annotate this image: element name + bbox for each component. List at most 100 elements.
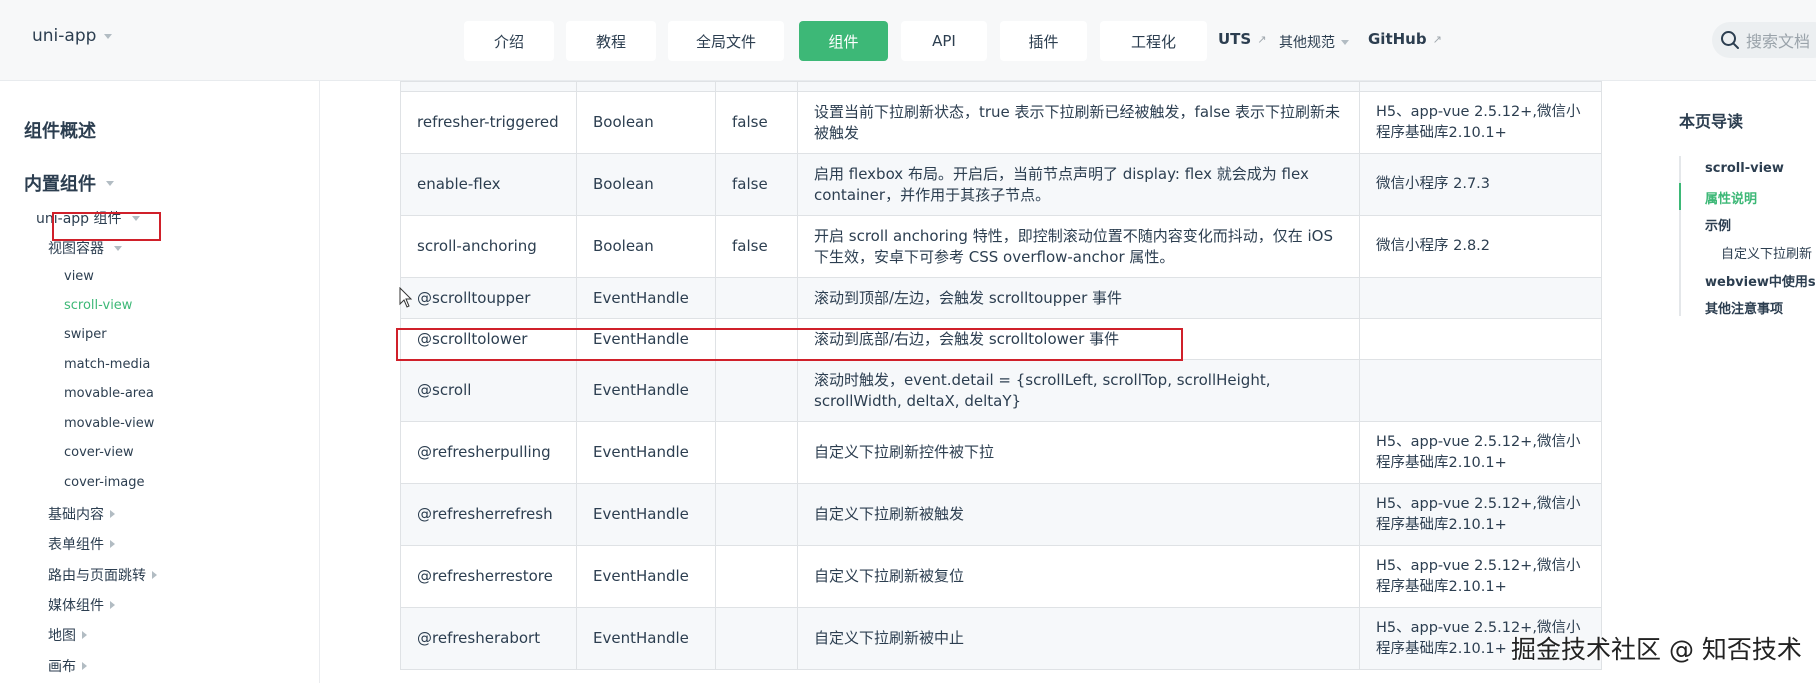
nav-components-button[interactable]: 组件 [799, 21, 888, 61]
toc-item-custom-refresh[interactable]: 自定义下拉刷新 [1721, 243, 1812, 262]
cell-default: false [715, 153, 798, 216]
toc-track [1679, 156, 1681, 316]
cell-name: @refresherrefresh [400, 483, 577, 546]
cell-default [715, 545, 798, 608]
toc-item-properties[interactable]: 属性说明 [1705, 188, 1757, 207]
chevron-down-icon [104, 33, 113, 39]
cell-platform: H5、app-vue 2.5.12+,微信小程序基础库2.10.1+ [1359, 545, 1602, 608]
cell-type: EventHandle [576, 545, 716, 608]
search-icon [1721, 31, 1739, 49]
sidebar-item-movable-view[interactable]: movable-view [64, 416, 154, 431]
cell-platform [1359, 318, 1602, 360]
sidebar-item-basic-content[interactable]: 基础内容 [48, 504, 115, 524]
sidebar-item-swiper[interactable]: swiper [64, 327, 107, 342]
chevron-down-icon [1341, 39, 1349, 45]
nav-other-specs-dropdown[interactable]: 其他规范 [1279, 32, 1349, 52]
cell-type: EventHandle [576, 421, 716, 484]
highlight-box-scrolltolower-row [396, 328, 1183, 361]
cell-default [715, 421, 798, 484]
table-row: enable-flex Boolean false 启用 flexbox 布局。… [400, 153, 1602, 216]
sidebar-item-label: 媒体组件 [48, 598, 104, 614]
cell-type: Boolean [576, 215, 716, 278]
external-link-icon: ↗ [1432, 32, 1442, 46]
search-input[interactable]: 搜索文档 [1712, 22, 1816, 58]
nav-uts-link[interactable]: UTS ↗ [1218, 30, 1266, 48]
cell-name: @scrolltoupper [400, 277, 577, 319]
table-row: @scrolltoupper EventHandle 滚动到顶部/左边，会触发 … [400, 277, 1602, 319]
toc-item-scroll-view[interactable]: scroll-view [1705, 161, 1784, 176]
table-row: @scroll EventHandle 滚动时触发，event.detail =… [400, 359, 1602, 422]
sidebar-item-media[interactable]: 媒体组件 [48, 595, 115, 615]
sidebar-item-scroll-view[interactable]: scroll-view [64, 298, 132, 313]
external-link-icon: ↗ [1257, 32, 1267, 46]
sidebar-item-canvas[interactable]: 画布 [48, 656, 87, 676]
table-row: @refresherabort EventHandle 自定义下拉刷新被中止 H… [400, 607, 1602, 670]
sidebar-item-cover-image[interactable]: cover-image [64, 475, 145, 490]
cell-platform [1359, 277, 1602, 319]
cell-name: @refresherabort [400, 607, 577, 670]
sidebar-item-movable-area[interactable]: movable-area [64, 386, 154, 401]
brand-name: uni-app [32, 26, 97, 46]
top-navbar: uni-app 介绍 教程 全局文件 组件 API 插件 工程化 UTS ↗ 其… [0, 0, 1816, 81]
sidebar-item-routing[interactable]: 路由与页面跳转 [48, 565, 157, 585]
toc-item-notes[interactable]: 其他注意事项 [1705, 298, 1783, 317]
cell-name: @scroll [400, 359, 577, 422]
sidebar-item-form-components[interactable]: 表单组件 [48, 534, 115, 554]
cell-description: 自定义下拉刷新被中止 [797, 607, 1360, 670]
sidebar-item-label: 内置组件 [24, 174, 96, 195]
sidebar-item-label: 路由与页面跳转 [48, 568, 146, 584]
chevron-right-icon [110, 510, 115, 518]
cell-type: EventHandle [576, 277, 716, 319]
nav-api-button[interactable]: API [901, 21, 987, 61]
toc-item-webview-scroll-view[interactable]: webview中使用scroll-view [1705, 271, 1816, 290]
sidebar-item-view-container[interactable]: 视图容器 [48, 238, 122, 258]
cell-name: refresher-triggered [400, 91, 577, 154]
nav-plugins-button[interactable]: 插件 [1000, 21, 1087, 61]
mouse-cursor-icon [399, 287, 413, 308]
cell-name: scroll-anchoring [400, 215, 577, 278]
sidebar-item-cover-view[interactable]: cover-view [64, 445, 134, 460]
sidebar-item-label: 画布 [48, 659, 76, 675]
cell-platform: 微信小程序 2.8.2 [1359, 215, 1602, 278]
cell-platform: 微信小程序 2.7.3 [1359, 153, 1602, 216]
cell-description: 自定义下拉刷新被复位 [797, 545, 1360, 608]
cell-description: 启用 flexbox 布局。开启后，当前节点声明了 display: flex … [797, 153, 1360, 216]
chevron-down-icon [106, 180, 114, 186]
cell-platform: H5、app-vue 2.5.12+,微信小程序基础库2.10.1+ [1359, 421, 1602, 484]
cell-name: enable-flex [400, 153, 577, 216]
watermark: 掘金技术社区 @ 知否技术 [1511, 635, 1802, 664]
table-row: @refresherrefresh EventHandle 自定义下拉刷新被触发… [400, 483, 1602, 546]
sidebar-item-view[interactable]: view [64, 269, 94, 284]
nav-engineering-button[interactable]: 工程化 [1100, 21, 1207, 61]
cell-type: Boolean [576, 153, 716, 216]
sidebar-item-map[interactable]: 地图 [48, 625, 87, 645]
sidebar-item-label: 表单组件 [48, 537, 104, 553]
nav-global-files-button[interactable]: 全局文件 [668, 21, 784, 61]
cell-default [715, 483, 798, 546]
toc-title: 本页导读 [1679, 112, 1744, 131]
cell-default [715, 607, 798, 670]
sidebar-item-match-media[interactable]: match-media [64, 357, 150, 372]
cell-name: @refresherpulling [400, 421, 577, 484]
cell-default [715, 359, 798, 422]
chevron-right-icon [152, 571, 157, 579]
brand-switcher[interactable]: uni-app [32, 26, 113, 46]
chevron-down-icon [114, 245, 122, 251]
search-placeholder: 搜索文档 [1746, 32, 1811, 51]
cell-description: 设置当前下拉刷新状态，true 表示下拉刷新已经被触发，false 表示下拉刷新… [797, 91, 1360, 154]
cell-name: @refresherrestore [400, 545, 577, 608]
cell-default: false [715, 215, 798, 278]
cell-description: 滚动时触发，event.detail = {scrollLeft, scroll… [797, 359, 1360, 422]
sidebar-item-builtin[interactable]: 内置组件 [24, 170, 114, 196]
sidebar-item-label: 地图 [48, 628, 76, 644]
nav-tutorial-button[interactable]: 教程 [566, 21, 656, 61]
nav-intro-button[interactable]: 介绍 [464, 21, 554, 61]
sidebar-item-overview[interactable]: 组件概述 [24, 117, 96, 143]
properties-table: refresher-triggered Boolean false 设置当前下拉… [400, 81, 1602, 670]
sidebar-item-label: 基础内容 [48, 507, 104, 523]
toc-item-example[interactable]: 示例 [1705, 215, 1731, 234]
cell-default: false [715, 91, 798, 154]
nav-github-label: GitHub [1368, 30, 1427, 48]
nav-github-link[interactable]: GitHub ↗ [1368, 30, 1442, 48]
cell-platform [1359, 359, 1602, 422]
